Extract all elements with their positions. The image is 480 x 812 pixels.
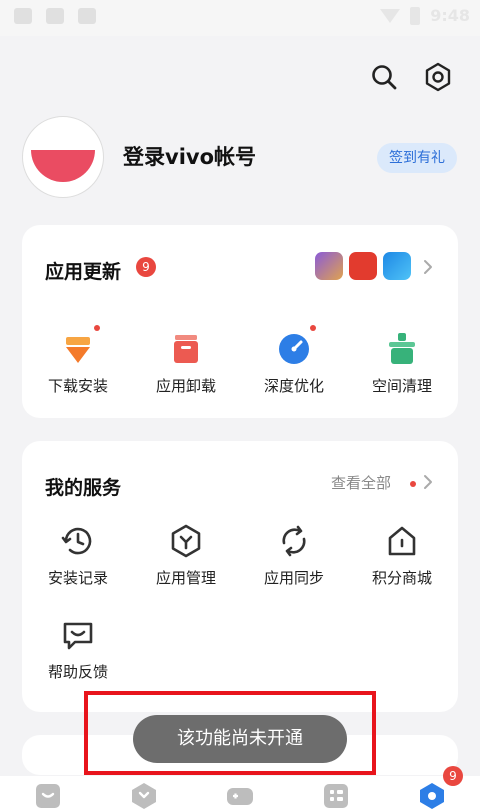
tool-label: 空间清理 bbox=[371, 377, 432, 395]
status-notification-icons bbox=[14, 8, 96, 24]
tool-deep-optimize[interactable]: 深度优化 bbox=[254, 325, 334, 396]
my-services-card: 我的服务 查看全部 安装记录 应用管理 应用同步 积分商城 帮助反馈 bbox=[22, 441, 458, 712]
nav-games-icon[interactable] bbox=[226, 782, 254, 810]
service-label: 积分商城 bbox=[371, 569, 432, 587]
tool-space-clean[interactable]: 空间清理 bbox=[362, 331, 442, 396]
game-app-icon bbox=[315, 252, 343, 280]
avatar-graphic bbox=[31, 150, 95, 182]
history-clock-icon bbox=[61, 527, 92, 555]
tool-label: 应用卸载 bbox=[155, 377, 216, 395]
toast-message: 该功能尚未开通 bbox=[133, 715, 347, 763]
tool-download-install[interactable]: 下载安装 bbox=[38, 325, 118, 396]
status-system-icons: 9:48 bbox=[380, 6, 470, 25]
service-install-history[interactable]: 安装记录 bbox=[38, 523, 118, 588]
bottom-nav bbox=[0, 776, 480, 812]
service-help-feedback[interactable]: 帮助反馈 bbox=[38, 617, 118, 682]
new-dot bbox=[94, 325, 100, 331]
nav-mine-icon[interactable] bbox=[418, 782, 446, 810]
nav-mine-badge: 9 bbox=[443, 766, 463, 786]
notification-icon bbox=[14, 8, 32, 24]
service-label: 安装记录 bbox=[47, 569, 108, 587]
chat-feedback-icon bbox=[63, 622, 93, 650]
home-store-icon bbox=[388, 526, 416, 556]
new-dot bbox=[410, 481, 416, 487]
login-account-link[interactable]: 登录vivo帐号 bbox=[123, 141, 256, 171]
nav-apps-icon[interactable] bbox=[130, 782, 158, 810]
sync-icon bbox=[282, 525, 306, 557]
speedometer-icon bbox=[279, 334, 309, 364]
new-dot bbox=[310, 325, 316, 331]
service-app-manage[interactable]: 应用管理 bbox=[146, 523, 226, 588]
view-all-link[interactable]: 查看全部 bbox=[331, 472, 391, 493]
app-updates-title[interactable]: 应用更新 bbox=[45, 257, 121, 284]
nav-category-icon[interactable] bbox=[322, 782, 350, 810]
nav-home-icon[interactable] bbox=[34, 782, 62, 810]
service-points-mall[interactable]: 积分商城 bbox=[362, 523, 442, 588]
update-app-icons[interactable] bbox=[315, 252, 411, 280]
download-icon bbox=[46, 8, 64, 24]
app-manage-icon bbox=[171, 524, 201, 558]
service-label: 应用管理 bbox=[155, 569, 216, 587]
tool-app-uninstall[interactable]: 应用卸载 bbox=[146, 331, 226, 396]
battery-icon bbox=[410, 6, 421, 25]
my-services-title: 我的服务 bbox=[45, 477, 122, 499]
app-updates-card: 应用更新 9 下载安装 应用卸载 深度优化 空间清理 bbox=[22, 225, 458, 418]
service-label: 应用同步 bbox=[263, 569, 324, 587]
avatar[interactable] bbox=[22, 116, 104, 198]
blue-app-icon bbox=[383, 252, 411, 280]
tool-label: 深度优化 bbox=[263, 377, 324, 395]
download-install-icon bbox=[66, 337, 90, 363]
trash-icon bbox=[174, 335, 198, 363]
tool-label: 下载安装 bbox=[47, 377, 108, 395]
heart-app-icon bbox=[349, 252, 377, 280]
search-icon[interactable] bbox=[369, 62, 399, 92]
chevron-right-icon[interactable] bbox=[420, 474, 436, 490]
service-label: 帮助反馈 bbox=[47, 663, 108, 681]
chevron-right-icon[interactable] bbox=[420, 259, 436, 275]
service-app-sync[interactable]: 应用同步 bbox=[254, 523, 334, 588]
updates-count-badge: 9 bbox=[136, 257, 156, 277]
signin-reward-button[interactable]: 签到有礼 bbox=[377, 143, 457, 173]
app-notification-icon bbox=[78, 8, 96, 24]
wifi-icon bbox=[380, 8, 401, 23]
settings-icon[interactable] bbox=[423, 62, 453, 92]
status-bar: 9:48 bbox=[0, 0, 480, 36]
status-time: 9:48 bbox=[430, 6, 470, 25]
broom-icon bbox=[389, 333, 415, 364]
